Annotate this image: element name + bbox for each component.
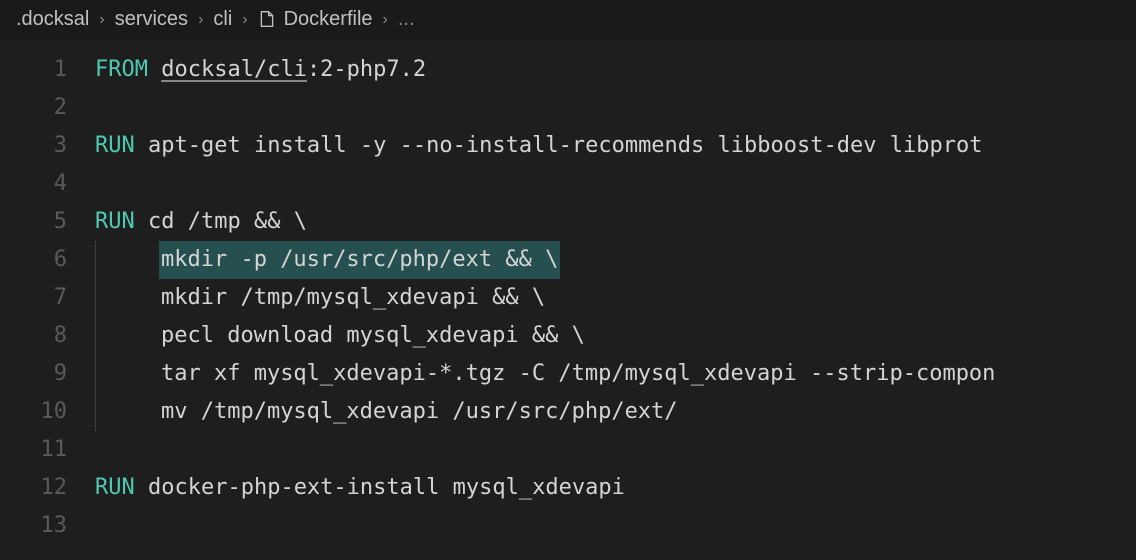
line-number: 6 — [0, 241, 67, 279]
code-line[interactable]: RUN apt-get install -y --no-install-reco… — [95, 127, 1136, 165]
breadcrumb-item[interactable]: .docksal — [16, 8, 89, 31]
code-line[interactable] — [95, 165, 1136, 203]
chevron-right-icon: › — [242, 11, 247, 29]
keyword-from: FROM — [95, 57, 148, 82]
breadcrumb-item[interactable]: Dockerfile — [284, 8, 373, 31]
breadcrumb-more[interactable]: ... — [398, 8, 415, 31]
line-number: 8 — [0, 317, 67, 355]
line-number: 1 — [0, 51, 67, 89]
line-number: 11 — [0, 431, 67, 469]
selected-text: mkdir -p /usr/src/php/ext && \ — [159, 241, 560, 279]
keyword-run: RUN — [95, 133, 135, 158]
line-number: 5 — [0, 203, 67, 241]
shell-command: mv /tmp/mysql_xdevapi /usr/src/php/ext/ — [161, 399, 678, 424]
line-number: 13 — [0, 507, 67, 545]
code-line[interactable] — [95, 89, 1136, 127]
line-number: 2 — [0, 89, 67, 127]
chevron-right-icon: › — [99, 11, 104, 29]
line-number: 3 — [0, 127, 67, 165]
code-line[interactable]: RUN docker-php-ext-install mysql_xdevapi — [95, 469, 1136, 507]
breadcrumb-item[interactable]: services — [115, 8, 188, 31]
chevron-right-icon: › — [198, 11, 203, 29]
line-number: 10 — [0, 393, 67, 431]
code-line[interactable]: pecl download mysql_xdevapi && \ — [95, 317, 1136, 355]
breadcrumb-item[interactable]: cli — [213, 8, 232, 31]
shell-command: pecl download mysql_xdevapi && \ — [161, 323, 585, 348]
shell-command: apt-get install -y --no-install-recommen… — [135, 133, 983, 158]
docker-image: docksal/cli — [161, 57, 307, 82]
code-line[interactable]: tar xf mysql_xdevapi-*.tgz -C /tmp/mysql… — [95, 355, 1136, 393]
shell-command: cd /tmp && \ — [135, 209, 307, 234]
line-number: 4 — [0, 165, 67, 203]
line-number: 12 — [0, 469, 67, 507]
shell-command: mkdir /tmp/mysql_xdevapi && \ — [161, 285, 545, 310]
code-line[interactable]: RUN cd /tmp && \ — [95, 203, 1136, 241]
code-line[interactable]: mv /tmp/mysql_xdevapi /usr/src/php/ext/ — [95, 393, 1136, 431]
docker-tag: :2-php7.2 — [307, 57, 426, 82]
code-editor[interactable]: 1 2 3 4 5 6 7 8 9 10 11 12 13 FROM docks… — [0, 39, 1136, 545]
code-line[interactable] — [95, 507, 1136, 545]
code-line[interactable]: FROM docksal/cli:2-php7.2 — [95, 51, 1136, 89]
shell-command: docker-php-ext-install mysql_xdevapi — [135, 475, 625, 500]
code-line[interactable]: mkdir -p /usr/src/php/ext && \ — [95, 241, 1136, 279]
keyword-run: RUN — [95, 209, 135, 234]
code-line[interactable]: mkdir /tmp/mysql_xdevapi && \ — [95, 279, 1136, 317]
code-line[interactable] — [95, 431, 1136, 469]
shell-command: tar xf mysql_xdevapi-*.tgz -C /tmp/mysql… — [161, 361, 995, 386]
chevron-right-icon: › — [383, 11, 388, 29]
file-icon — [258, 10, 276, 30]
code-content[interactable]: FROM docksal/cli:2-php7.2 RUN apt-get in… — [95, 51, 1136, 545]
line-number: 9 — [0, 355, 67, 393]
breadcrumb: .docksal › services › cli › Dockerfile ›… — [0, 0, 1136, 39]
line-number-gutter: 1 2 3 4 5 6 7 8 9 10 11 12 13 — [0, 51, 95, 545]
line-number: 7 — [0, 279, 67, 317]
keyword-run: RUN — [95, 475, 135, 500]
